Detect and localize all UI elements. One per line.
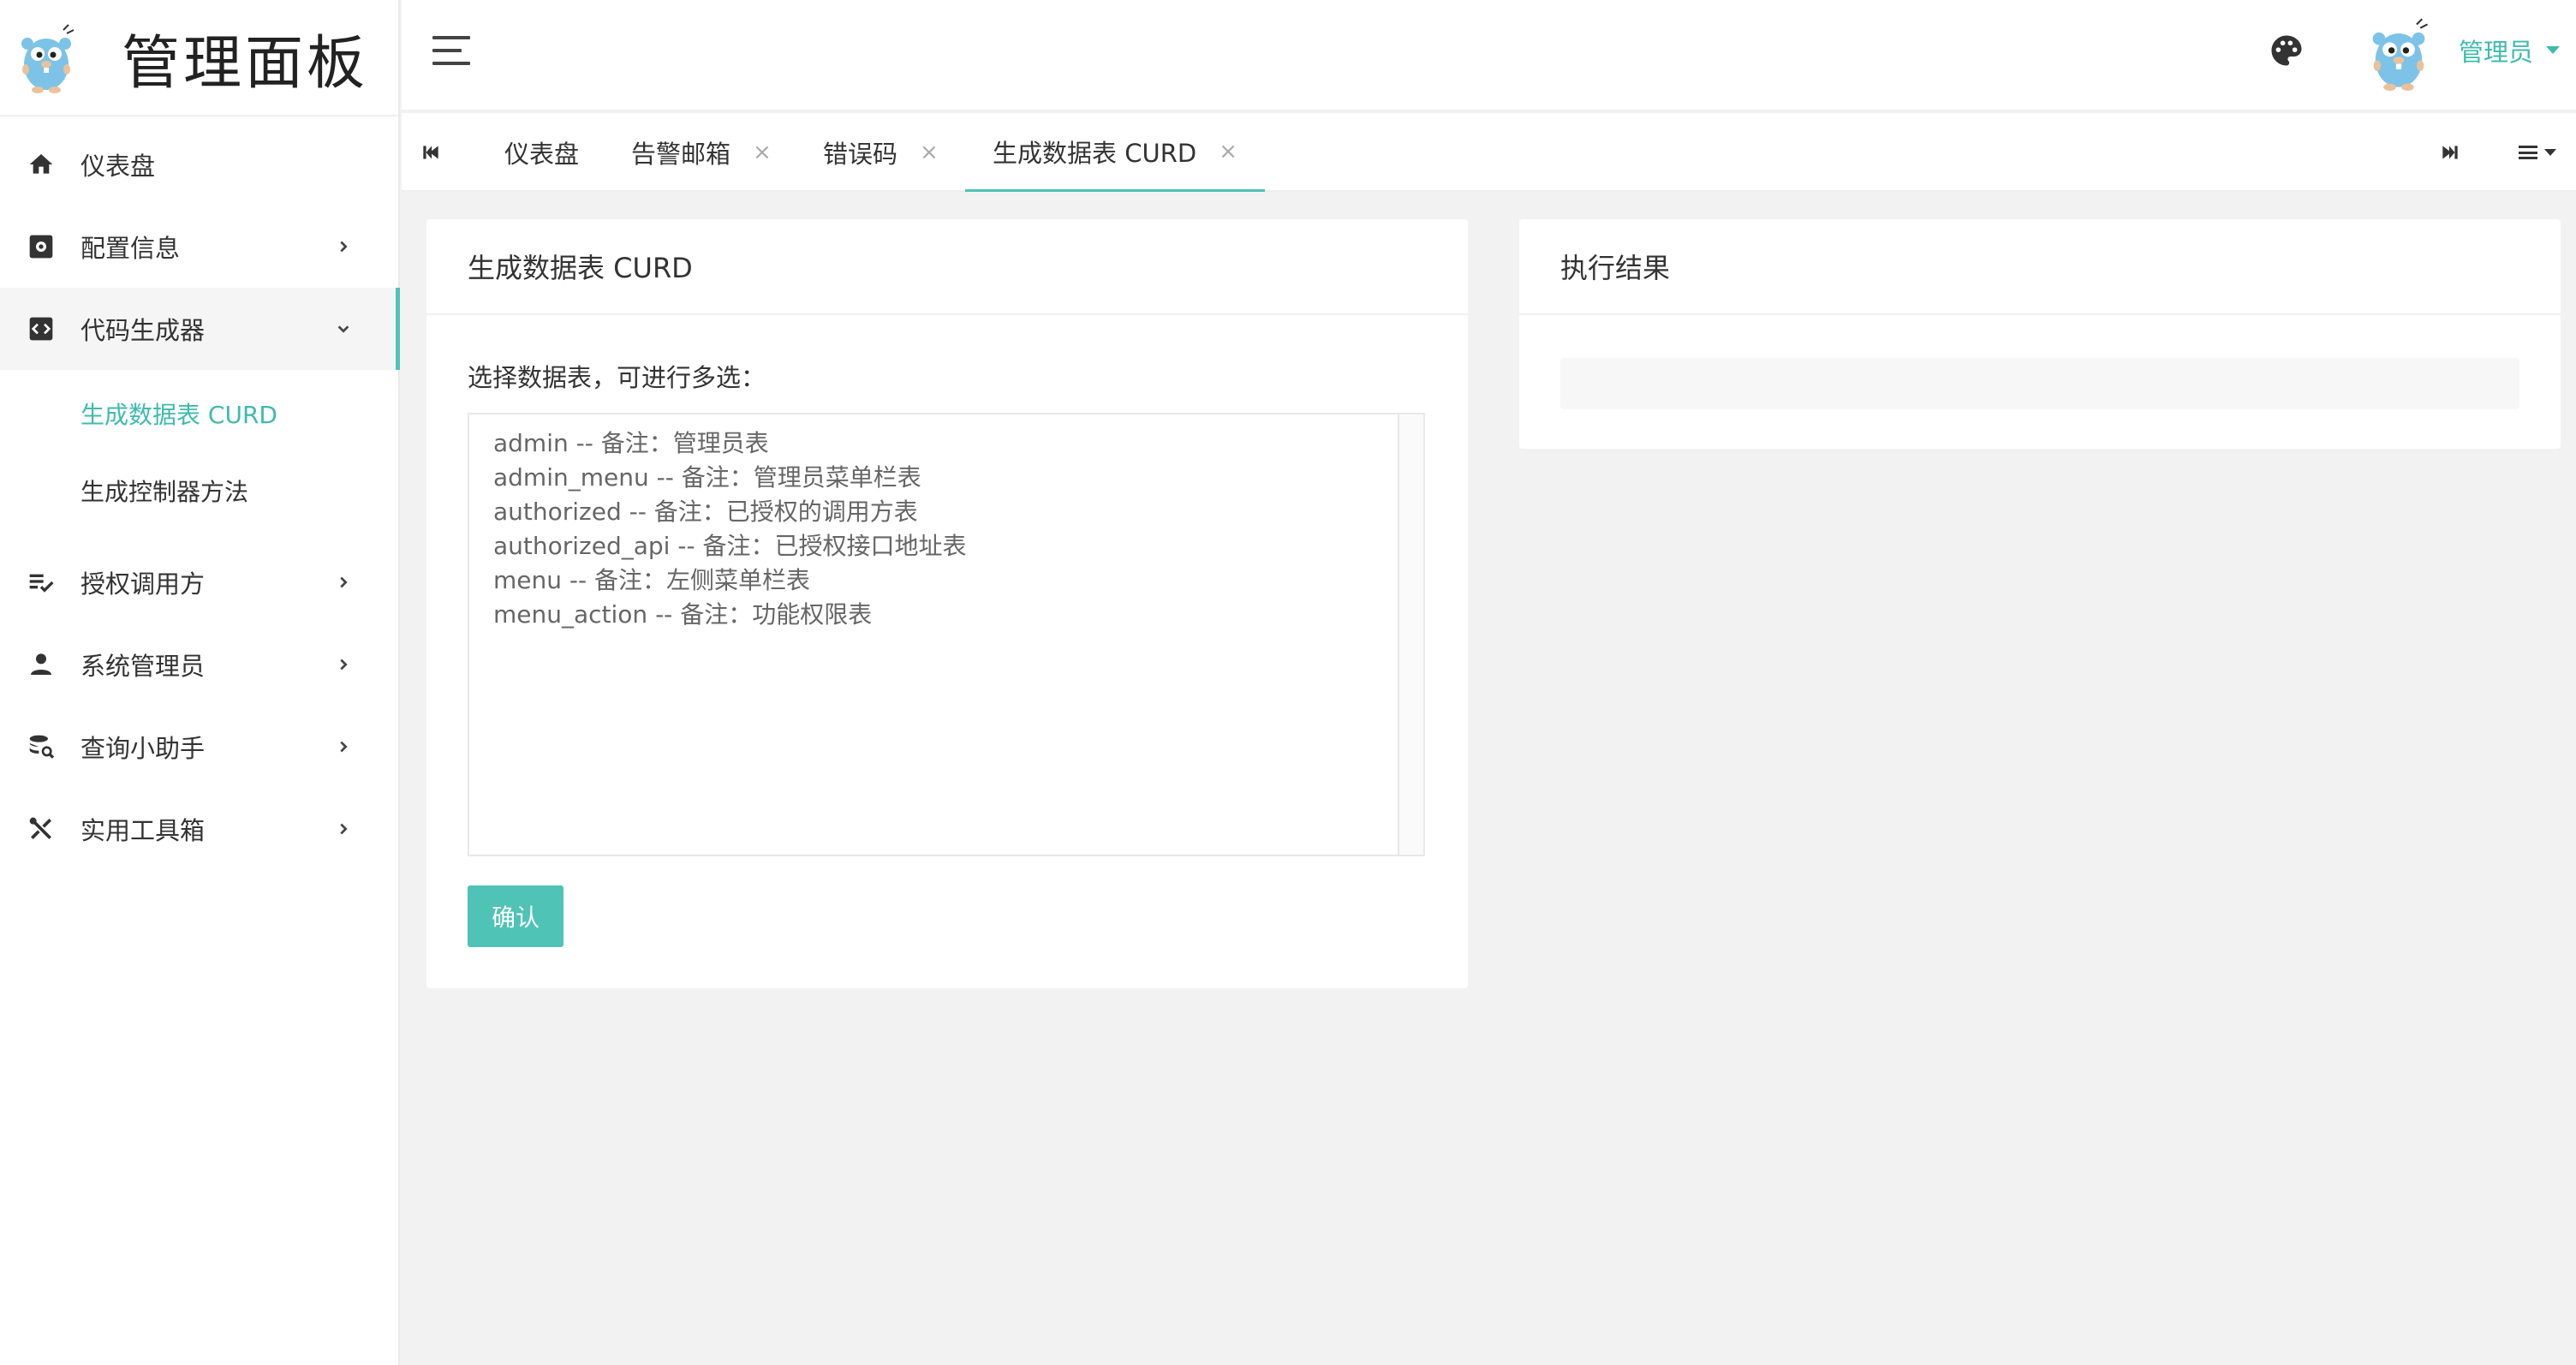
code-icon	[26, 313, 57, 344]
skip-next-icon[interactable]	[2433, 134, 2467, 171]
table-option[interactable]: authorized_api -- 备注：已授权接口地址表	[493, 529, 1399, 563]
scrollbar[interactable]	[1398, 414, 1423, 855]
sidebar-item-label: 授权调用方	[80, 569, 206, 599]
caret-down-icon[interactable]	[2546, 46, 2560, 54]
result-output	[1560, 358, 2519, 409]
sidebar-item-code-generator[interactable]: 代码生成器	[0, 288, 400, 370]
tab-label: 生成数据表 CURD	[993, 138, 1197, 168]
gopher-logo-icon	[21, 24, 75, 93]
sidebar-item-label: 查询小助手	[80, 734, 206, 763]
checklist-icon	[26, 567, 57, 598]
app-title: 管理面板	[122, 29, 369, 98]
sidebar-item-toolbox[interactable]: 实用工具箱	[0, 788, 398, 870]
close-icon[interactable]: ×	[753, 140, 772, 165]
table-option[interactable]: menu_action -- 备注：功能权限表	[493, 598, 1399, 632]
tab-label: 告警邮箱	[631, 140, 731, 169]
home-icon	[26, 149, 57, 180]
avatar[interactable]	[2363, 15, 2435, 91]
sidebar-item-config[interactable]: 配置信息	[0, 206, 398, 288]
sidebar-item-label: 仪表盘	[80, 152, 156, 181]
sidebar-item-dashboard[interactable]: 仪表盘	[0, 123, 398, 206]
sidebar-menu: 仪表盘 配置信息 代码生成器 生成数据表 CURD 生成控制器方法 授权调用方	[0, 116, 400, 870]
table-option[interactable]: admin -- 备注：管理员表	[493, 426, 1399, 461]
database-search-icon	[26, 731, 57, 762]
chevron-right-icon	[335, 238, 352, 255]
tab-dashboard[interactable]: 仪表盘	[504, 113, 579, 192]
top-header: 管理员	[402, 0, 2576, 111]
tab-label: 错误码	[823, 140, 898, 169]
sidebar-subitem-generate-controller[interactable]: 生成控制器方法	[0, 452, 398, 529]
menu-toggle-icon[interactable]	[432, 36, 470, 65]
sidebar-item-admins[interactable]: 系统管理员	[0, 623, 398, 706]
chevron-right-icon	[335, 738, 352, 755]
close-icon[interactable]: ×	[1219, 139, 1237, 164]
user-name[interactable]: 管理员	[2459, 33, 2533, 69]
chevron-down-icon	[335, 320, 352, 337]
tab-alert-mail[interactable]: 告警邮箱 ×	[631, 113, 772, 192]
sidebar-item-label: 系统管理员	[80, 652, 206, 681]
tools-icon	[26, 814, 57, 844]
generate-curd-card: 生成数据表 CURD 选择数据表，可进行多选： admin -- 备注：管理员表…	[426, 219, 1468, 988]
caret-down-icon	[2544, 149, 2556, 156]
card-title: 执行结果	[1519, 219, 2561, 315]
list-icon	[2519, 146, 2537, 159]
sidebar: 管理面板 仪表盘 配置信息 代码生成器 生成数据表 CURD 生成控制器方法 授…	[0, 0, 400, 1365]
execution-result-card: 执行结果	[1519, 219, 2561, 449]
page-tabs: 仪表盘 告警邮箱 × 错误码 × 生成数据表 CURD ×	[402, 113, 2576, 192]
sidebar-item-query-helper[interactable]: 查询小助手	[0, 706, 398, 788]
gear-square-icon	[26, 231, 57, 262]
sidebar-subitem-generate-curd[interactable]: 生成数据表 CURD	[0, 375, 398, 452]
sidebar-item-label: 代码生成器	[80, 316, 206, 345]
sidebar-item-label: 配置信息	[80, 234, 181, 263]
sidebar-item-label: 实用工具箱	[80, 816, 206, 845]
logo[interactable]: 管理面板	[0, 0, 398, 116]
confirm-button[interactable]: 确认	[468, 885, 564, 947]
tab-generate-curd[interactable]: 生成数据表 CURD ×	[965, 113, 1265, 192]
user-icon	[26, 649, 57, 680]
table-select-label: 选择数据表，可进行多选：	[468, 363, 766, 392]
close-icon[interactable]: ×	[920, 140, 939, 165]
code-generator-submenu: 生成数据表 CURD 生成控制器方法	[0, 370, 398, 541]
table-option[interactable]: authorized -- 备注：已授权的调用方表	[493, 495, 1399, 529]
table-option[interactable]: admin_menu -- 备注：管理员菜单栏表	[493, 461, 1399, 495]
palette-icon[interactable]	[2269, 33, 2305, 69]
tab-error-code[interactable]: 错误码 ×	[823, 113, 939, 192]
chevron-right-icon	[335, 820, 352, 837]
chevron-right-icon	[335, 574, 352, 591]
tab-label: 仪表盘	[504, 140, 580, 169]
card-title: 生成数据表 CURD	[426, 219, 1468, 315]
chevron-right-icon	[335, 656, 352, 673]
skip-previous-icon[interactable]	[414, 134, 448, 171]
tab-options-menu[interactable]	[2519, 135, 2563, 170]
table-option[interactable]: menu -- 备注：左侧菜单栏表	[493, 563, 1399, 598]
table-options: admin -- 备注：管理员表 admin_menu -- 备注：管理员菜单栏…	[469, 414, 1423, 644]
sidebar-item-authorized[interactable]: 授权调用方	[0, 541, 398, 623]
table-multiselect[interactable]: admin -- 备注：管理员表 admin_menu -- 备注：管理员菜单栏…	[468, 413, 1425, 856]
